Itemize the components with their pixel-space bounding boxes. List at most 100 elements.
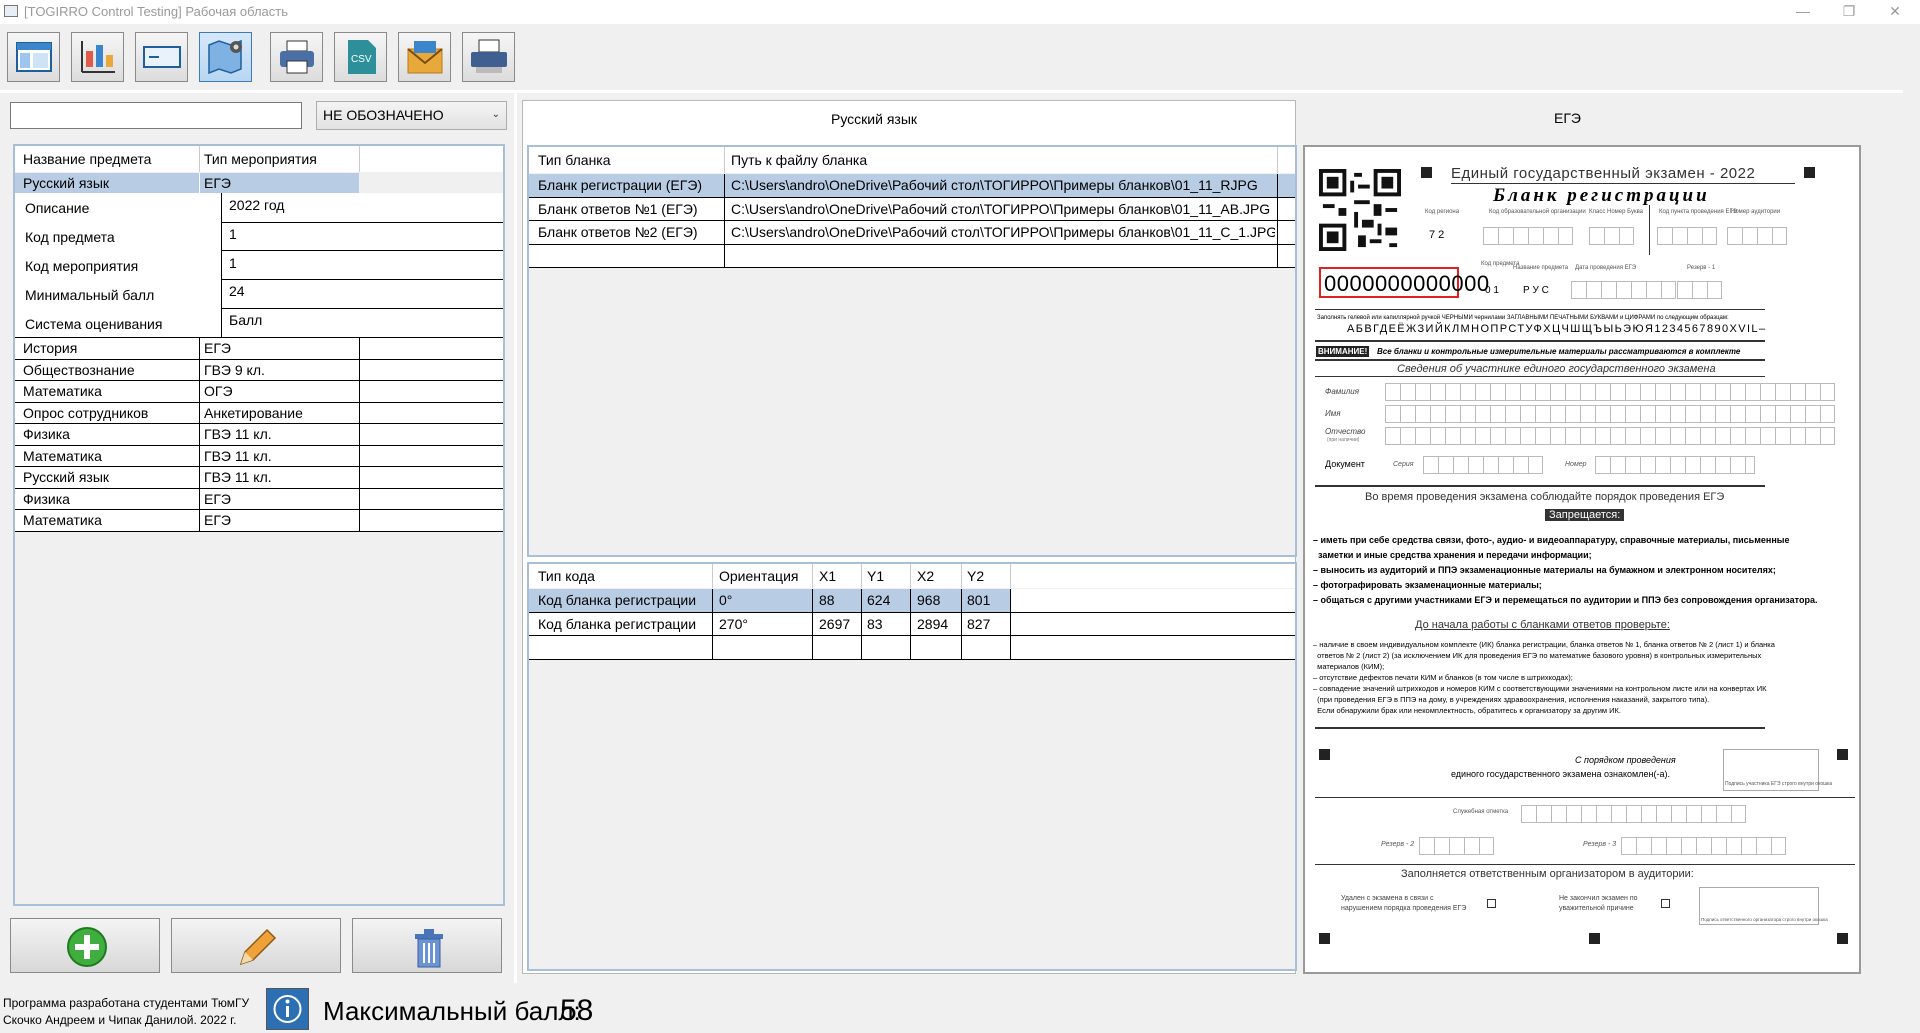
subject-name: Математика [23,512,102,528]
event-type: Анкетирование [204,404,303,421]
print-button[interactable] [270,32,323,82]
form-rules: – иметь при себе средства связи, фото-, … [1313,535,1818,605]
event-filter-value: НЕ ОБОЗНАЧЕНО [323,107,444,123]
add-button[interactable] [10,918,160,973]
form-alphabet: АБВГДЕЁЖЗИЙКЛМНОПРСТУФХЦЧШЩЪЫЬЭЮЯ1234567… [1347,323,1767,335]
vertical-scrollbar[interactable] [1903,84,1920,982]
window-title: [TOGIRRO Control Testing] Рабочая област… [24,4,288,19]
subject-row[interactable]: Математика ОГЭ [15,381,503,403]
blank-row[interactable]: Бланк регистрации (ЕГЭ) C:\Users\andro\On… [529,174,1295,198]
selected-subject-row[interactable]: Русский язык ЕГЭ [15,173,359,193]
subject-row[interactable]: Физика ГВЭ 11 кл. [15,424,503,446]
close-button[interactable]: ✕ [1872,0,1918,24]
form-header: Единый государственный экзамен - 2022 [1451,165,1756,182]
chart-settings-button[interactable] [71,32,124,82]
blank-settings-panel: Русский язык Тип бланка Путь к файлу бла… [522,100,1297,974]
column-header-event[interactable]: Тип мероприятия [200,149,370,169]
code-x1: 2697 [819,615,851,632]
blank-preview-image[interactable]: Единый государственный экзамен - 2022 Бл… [1303,145,1861,974]
subject-title: Русский язык [831,111,918,127]
title-bar: [TOGIRRO Control Testing] Рабочая област… [0,0,1920,24]
detail-value-description[interactable]: 2022 год [225,195,500,215]
app-window: [TOGIRRO Control Testing] Рабочая област… [0,0,1920,1033]
pane-splitter[interactable] [514,93,517,983]
detail-label-grading-system: Система оценивания [25,316,163,332]
blank-new-row[interactable] [529,244,1295,268]
csv-export-button[interactable]: CSV [334,32,387,82]
add-icon [67,927,107,967]
mail-button[interactable] [398,32,451,82]
blank-row[interactable]: Бланк ответов №1 (ЕГЭ) C:\Users\andro\One… [529,197,1295,221]
scanner-button[interactable] [462,32,515,82]
subject-name: Обществознание [23,361,135,378]
subject-details: Описание 2022 год Код предмета 1 Код мер… [15,193,503,338]
subject-name: Физика [23,490,70,507]
event-type: ГВЭ 11 кл. [204,469,272,485]
subjects-grid: Название предмета Тип мероприятия Русски… [13,144,505,906]
blank-type: Бланк регистрации (ЕГЭ) [538,177,703,193]
subject-row[interactable]: Физика ЕГЭ [15,488,503,510]
blanks-grid: Тип бланка Путь к файлу бланка Бланк рег… [527,145,1297,557]
subject-row[interactable]: Математика ГВЭ 11 кл. [15,445,503,467]
detail-label-event-code: Код мероприятия [25,258,139,274]
column-header-y1[interactable]: Y1 [863,566,909,586]
detail-label-subject-code: Код предмета [25,229,115,245]
code-orientation: 270° [719,615,748,632]
code-row[interactable]: Код бланка регистрации 0° 88 624 968 801 [529,589,1295,613]
selected-subject-name: Русский язык [23,175,110,191]
toolbar-separator [0,90,1920,93]
detail-value-event-code[interactable]: 1 [225,253,500,273]
subject-row[interactable]: Математика ЕГЭ [15,510,503,532]
subject-name: Опрос сотрудников [23,404,149,421]
subject-row[interactable]: Русский язык ГВЭ 11 кл. [15,467,503,489]
code-orientation: 0° [719,592,733,608]
subject-name: Математика [23,447,102,464]
subjects-grid-header: Название предмета Тип мероприятия [15,146,503,172]
chart-settings-icon [81,41,115,73]
code-y2: 801 [967,592,991,608]
event-type: ГВЭ 11 кл. [204,447,272,464]
csv-label: CSV [351,54,372,65]
detail-value-grading-system[interactable]: Балл [225,310,500,330]
code-new-row[interactable] [529,636,1295,660]
code-x2: 2894 [917,615,949,632]
subject-name: Русский язык [23,469,110,485]
minimize-button[interactable]: — [1780,0,1826,24]
subject-row[interactable]: Обществознание ГВЭ 9 кл. [15,359,503,381]
column-header-y2[interactable]: Y2 [963,566,1009,586]
column-header-code-type[interactable]: Тип кода [534,566,714,586]
detail-value-subject-code[interactable]: 1 [225,224,500,244]
subject-row[interactable]: История ЕГЭ [15,338,503,360]
pencil-icon [239,928,277,966]
column-header-blank-type[interactable]: Тип бланка [534,150,724,170]
event-filter-select[interactable]: НЕ ОБОЗНАЧЕНО ⌄ [316,101,507,130]
delete-button[interactable] [352,918,502,973]
printer-icon [280,40,314,74]
max-score-value: 58 [560,994,594,1027]
blank-row[interactable]: Бланк ответов №2 (ЕГЭ) C:\Users\andro\One… [529,221,1295,245]
code-y1: 83 [867,615,883,632]
column-header-blank-path[interactable]: Путь к файлу бланка [727,150,1227,170]
code-row[interactable]: Код бланка регистрации 270° 2697 83 2894 827 [529,612,1295,636]
column-header-subject[interactable]: Название предмета [19,149,199,169]
subject-name: История [23,340,78,356]
form-card-button[interactable] [135,32,188,82]
search-input[interactable] [10,102,302,129]
layout-button[interactable] [7,32,60,82]
subject-row[interactable]: Опрос сотрудников Анкетирование [15,402,503,424]
info-icon [273,995,302,1023]
event-type: ОГЭ [204,383,233,399]
code-y1: 624 [867,592,891,608]
blank-path: C:\Users\andro\OneDrive\Рабочий стол\ТОГ… [731,224,1275,240]
info-button[interactable] [266,988,309,1030]
scanner-icon [471,39,507,73]
edit-button[interactable] [171,918,341,973]
column-header-x1[interactable]: X1 [815,566,861,586]
code-x2: 968 [917,592,941,608]
code-x1: 88 [819,592,835,608]
column-header-x2[interactable]: X2 [913,566,959,586]
detail-value-min-score[interactable]: 24 [225,281,500,301]
map-settings-button[interactable] [199,32,252,82]
restore-button[interactable]: ❐ [1826,0,1872,24]
column-header-orientation[interactable]: Ориентация [715,566,815,586]
